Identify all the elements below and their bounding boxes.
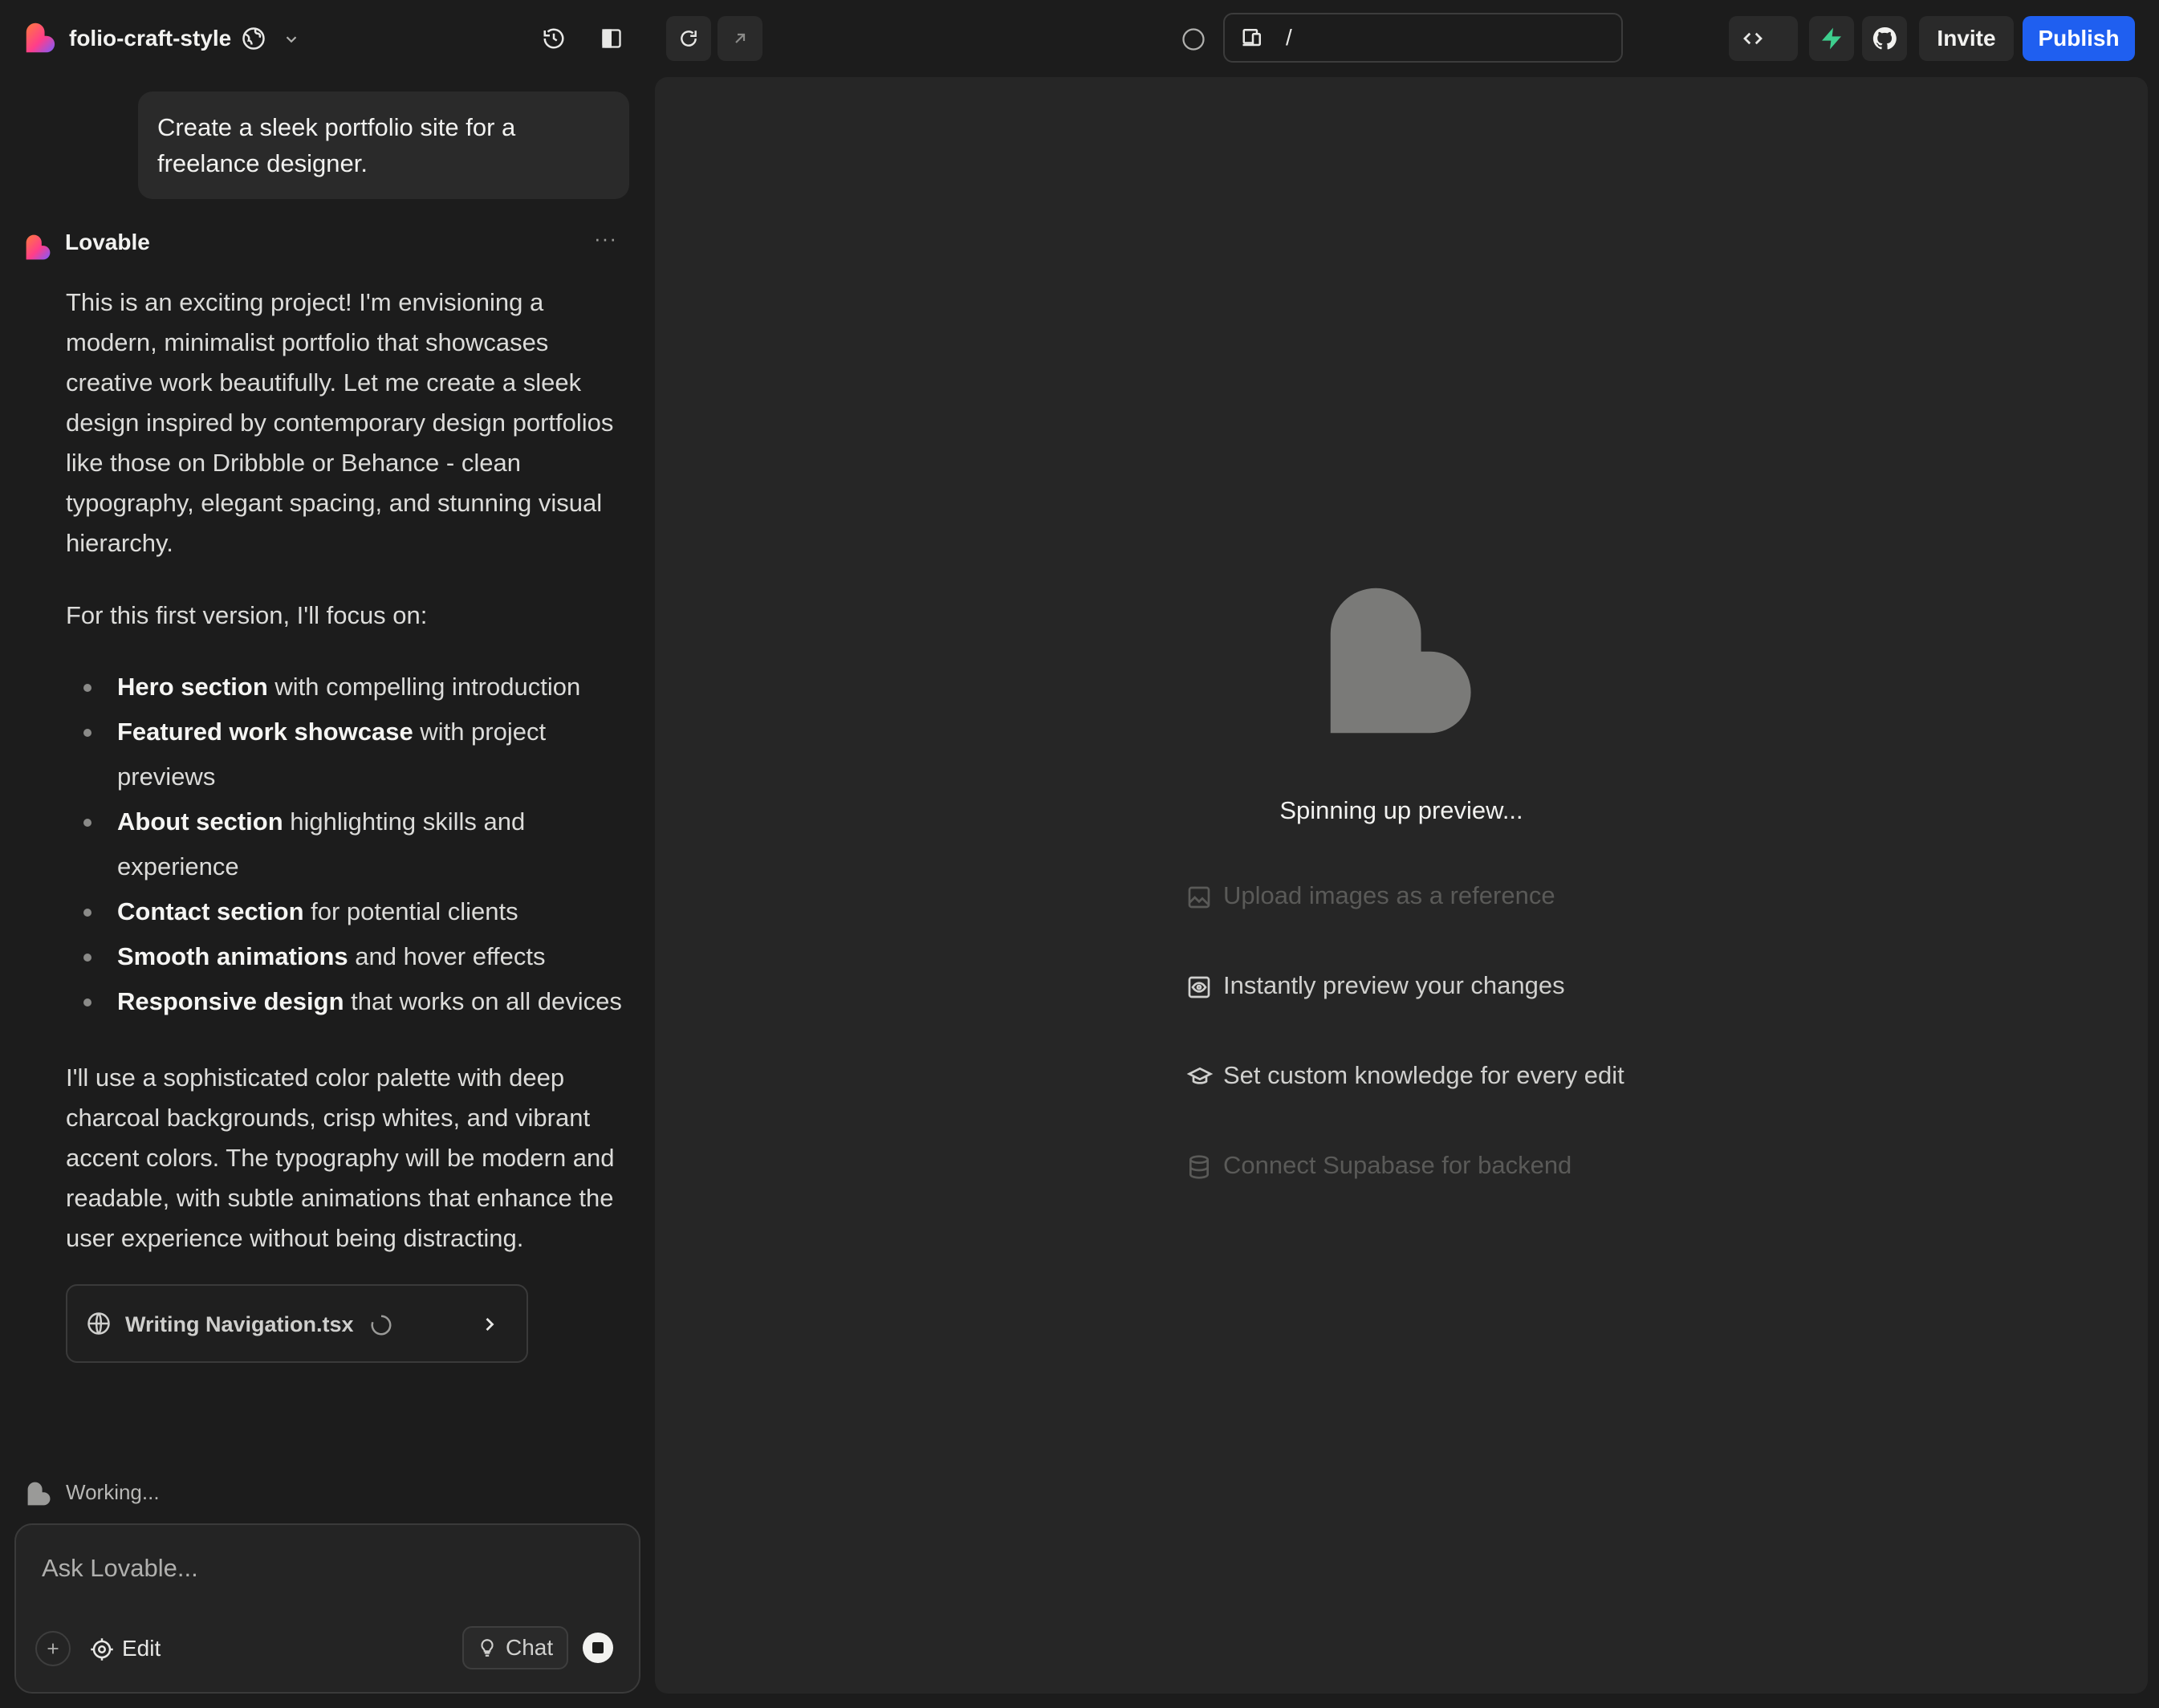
github-button[interactable]	[1862, 16, 1907, 61]
list-item: Contact section for potential clients	[66, 889, 632, 934]
tip-text: Set custom knowledge for every edit	[1223, 1061, 1624, 1089]
tip-item: Instantly preview your changes	[1175, 966, 1737, 1007]
url-path[interactable]: /	[1286, 24, 1292, 51]
assistant-paragraph-3: I'll use a sophisticated color palette w…	[66, 1063, 615, 1252]
target-icon[interactable]	[90, 1637, 114, 1661]
chat-composer[interactable]: Ask Lovable... Edit Chat	[14, 1523, 640, 1694]
history-icon[interactable]	[538, 22, 570, 55]
invite-button[interactable]: Invite	[1919, 16, 2014, 61]
list-item-bold: Contact section	[117, 897, 304, 925]
file-status-card[interactable]: Writing Navigation.tsx	[66, 1284, 528, 1363]
supabase-bolt-icon	[1822, 27, 1841, 50]
plus-icon	[47, 1643, 59, 1654]
tip-text: Upload images as a reference	[1223, 881, 1555, 909]
lightbulb-icon	[477, 1637, 498, 1658]
chat-mode-label: Chat	[506, 1635, 554, 1660]
chevron-right-icon	[478, 1313, 501, 1336]
code-button[interactable]	[1729, 16, 1798, 61]
publish-button[interactable]: Publish	[2023, 16, 2135, 61]
list-item-bold: Hero section	[117, 673, 268, 701]
lovable-avatar-icon	[26, 234, 51, 260]
feature-list: Hero section with compelling introductio…	[66, 665, 632, 1024]
add-button[interactable]	[35, 1631, 71, 1666]
list-item: Responsive design that works on all devi…	[66, 979, 632, 1024]
message-more-button[interactable]: ···	[594, 226, 617, 251]
arrow-up-right-icon	[735, 33, 746, 43]
assistant-paragraph-2: For this first version, I'll focus on:	[66, 601, 428, 629]
refresh-icon	[681, 31, 697, 47]
stop-icon	[592, 1642, 604, 1653]
list-item-text: with compelling introduction	[267, 673, 581, 701]
preview-status: Spinning up preview...	[1279, 796, 1523, 824]
status-circle-icon	[1180, 26, 1207, 53]
device-icon[interactable]	[1241, 25, 1265, 49]
database-icon	[1186, 1154, 1212, 1180]
list-item-bold: Featured work showcase	[117, 718, 413, 746]
list-item-bold: Responsive design	[117, 987, 344, 1015]
spinner-icon	[369, 1313, 393, 1337]
chevron-down-icon[interactable]	[279, 27, 303, 51]
list-item: Smooth animations and hover effects	[66, 934, 632, 979]
globe-icon[interactable]	[239, 24, 268, 53]
stop-button[interactable]	[583, 1633, 613, 1663]
chat-mode-button[interactable]: Chat	[462, 1626, 568, 1669]
github-icon	[1872, 26, 1897, 50]
image-icon	[1186, 885, 1212, 910]
list-item: About section highlighting skills and ex…	[66, 799, 632, 889]
list-item-bold: Smooth animations	[117, 942, 348, 970]
lovable-logo-icon[interactable]	[26, 22, 56, 53]
ask-input[interactable]: Ask Lovable...	[42, 1554, 198, 1583]
assistant-paragraph-1: This is an exciting project! I'm envisio…	[66, 288, 614, 557]
refresh-button[interactable]	[666, 16, 711, 61]
open-external-button[interactable]	[718, 16, 762, 61]
chat-panel: Create a sleek portfolio site for a free…	[0, 77, 649, 1708]
assistant-name: Lovable	[65, 230, 150, 254]
top-bar: folio-craft-style / Invite Publish	[0, 0, 2159, 77]
tip-item: Set custom knowledge for every edit	[1175, 1056, 1737, 1096]
tip-item: Upload images as a reference	[1175, 876, 1737, 917]
working-status: Working...	[66, 1480, 160, 1504]
edit-button[interactable]: Edit	[122, 1636, 161, 1661]
globe-icon	[87, 1312, 111, 1336]
list-item-text: and hover effects	[348, 942, 546, 970]
lovable-working-icon	[27, 1482, 51, 1506]
list-item: Hero section with compelling introductio…	[66, 665, 632, 710]
code-icon	[1743, 32, 1763, 45]
list-item-text: that works on all devices	[344, 987, 622, 1015]
list-item-bold: About section	[117, 807, 283, 836]
project-name[interactable]: folio-craft-style	[69, 22, 231, 55]
tip-text: Instantly preview your changes	[1223, 971, 1565, 999]
list-item-text: for potential clients	[303, 897, 518, 925]
eye-preview-icon	[1186, 974, 1212, 1000]
sidebar-toggle-icon[interactable]	[596, 22, 628, 55]
supabase-button[interactable]	[1809, 16, 1854, 61]
url-bar[interactable]: /	[1223, 13, 1623, 63]
user-message: Create a sleek portfolio site for a free…	[138, 92, 629, 199]
graduation-cap-icon	[1186, 1064, 1214, 1090]
file-status-label: Writing Navigation.tsx	[125, 1312, 354, 1336]
tip-text: Connect Supabase for backend	[1223, 1151, 1572, 1179]
lovable-heart-icon	[1328, 584, 1478, 737]
preview-panel: Spinning up preview... Upload images as …	[655, 77, 2148, 1694]
tip-item: Connect Supabase for backend	[1175, 1146, 1737, 1186]
list-item: Featured work showcase with project prev…	[66, 710, 632, 799]
